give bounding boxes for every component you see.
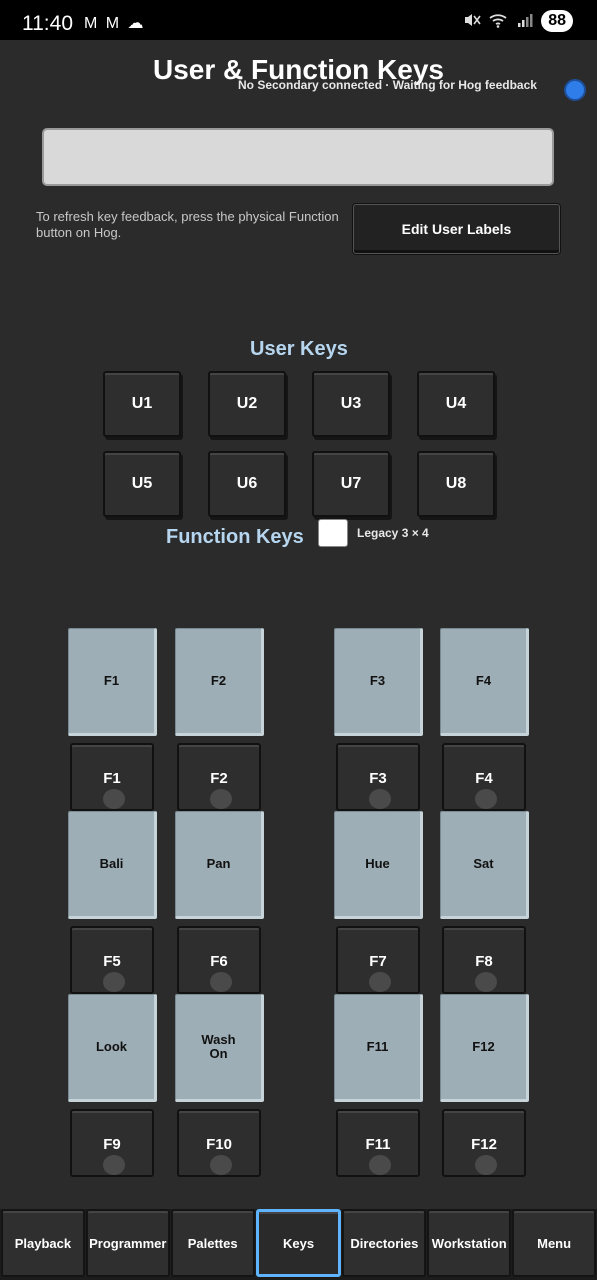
nav-programmer[interactable]: Programmer — [85, 1209, 170, 1277]
legacy-layout-checkbox[interactable] — [318, 519, 348, 547]
function-key-label-f8: Sat — [440, 811, 529, 919]
status-right: 88 — [463, 10, 573, 32]
command-line-display — [42, 128, 554, 186]
battery-indicator: 88 — [541, 10, 573, 32]
function-key-f3[interactable]: F3 — [336, 743, 420, 811]
nav-playback[interactable]: Playback — [1, 1209, 85, 1277]
function-key-f9-text: F9 — [103, 1136, 121, 1153]
led-indicator — [369, 972, 391, 992]
function-key-f12-text: F12 — [471, 1136, 497, 1153]
user-key-u7[interactable]: U7 — [312, 451, 390, 517]
led-indicator — [210, 789, 232, 809]
user-key-u5[interactable]: U5 — [103, 451, 181, 517]
function-key-f9[interactable]: F9 — [70, 1109, 154, 1177]
led-indicator — [369, 1155, 391, 1175]
led-indicator — [475, 789, 497, 809]
status-time: 11:40 — [22, 12, 73, 35]
user-key-u6[interactable]: U6 — [208, 451, 286, 517]
function-key-f2[interactable]: F2 — [177, 743, 261, 811]
function-key-label-f10: Wash On — [175, 994, 264, 1102]
function-key-f8[interactable]: F8 — [442, 926, 526, 994]
led-indicator — [475, 1155, 497, 1175]
led-indicator — [475, 972, 497, 992]
nav-palettes[interactable]: Palettes — [170, 1209, 255, 1277]
function-key-f10[interactable]: F10 — [177, 1109, 261, 1177]
function-key-f11[interactable]: F11 — [336, 1109, 420, 1177]
led-indicator — [103, 789, 125, 809]
refresh-hint: To refresh key feedback, press the physi… — [36, 209, 339, 240]
status-bar: 11:40 M M ☁ 88 — [0, 0, 597, 40]
user-key-u1[interactable]: U1 — [103, 371, 181, 437]
nav-keys[interactable]: Keys — [255, 1209, 342, 1277]
user-key-u2[interactable]: U2 — [208, 371, 286, 437]
bottom-navigation: Playback Programmer Palettes Keys Direct… — [0, 1209, 597, 1280]
notification-icons: M M ☁ — [84, 15, 146, 32]
wifi-6-icon — [489, 12, 509, 31]
connection-status-icon — [564, 79, 586, 101]
function-key-f6[interactable]: F6 — [177, 926, 261, 994]
user-key-u4[interactable]: U4 — [417, 371, 495, 437]
user-key-u3[interactable]: U3 — [312, 371, 390, 437]
edit-user-labels-button[interactable]: Edit User Labels — [353, 204, 560, 254]
function-key-label-f3: F3 — [334, 628, 423, 736]
function-key-f6-text: F6 — [210, 953, 228, 970]
function-keys-heading: Function Keys — [166, 526, 304, 548]
function-key-label-f4: F4 — [440, 628, 529, 736]
function-key-label-f9: Look — [68, 994, 157, 1102]
nav-workstation[interactable]: Workstation — [427, 1209, 512, 1277]
led-indicator — [103, 1155, 125, 1175]
function-key-f2-text: F2 — [210, 770, 228, 787]
function-key-f11-text: F11 — [365, 1136, 391, 1153]
function-key-label-f6: Pan — [175, 811, 264, 919]
function-key-f3-text: F3 — [369, 770, 387, 787]
function-key-f1[interactable]: F1 — [70, 743, 154, 811]
function-key-f4[interactable]: F4 — [442, 743, 526, 811]
function-key-f1-text: F1 — [103, 770, 121, 787]
nav-directories[interactable]: Directories — [342, 1209, 427, 1277]
function-key-label-f7: Hue — [334, 811, 423, 919]
user-key-u8[interactable]: U8 — [417, 451, 495, 517]
function-key-f7-text: F7 — [369, 953, 387, 970]
function-key-f7[interactable]: F7 — [336, 926, 420, 994]
user-keys-heading: User Keys — [250, 338, 348, 360]
signal-icon — [517, 12, 533, 31]
secondary-status: No Secondary connected · Waiting for Hog… — [238, 78, 537, 92]
led-indicator — [103, 972, 125, 992]
function-key-f5-text: F5 — [103, 953, 121, 970]
led-indicator — [210, 1155, 232, 1175]
led-indicator — [210, 972, 232, 992]
nav-menu[interactable]: Menu — [512, 1209, 597, 1277]
led-indicator — [369, 789, 391, 809]
function-key-label-f11: F11 — [334, 994, 423, 1102]
function-key-f4-text: F4 — [475, 770, 493, 787]
function-key-label-f5: Bali — [68, 811, 157, 919]
function-key-f5[interactable]: F5 — [70, 926, 154, 994]
function-key-f10-text: F10 — [206, 1136, 232, 1153]
function-key-label-f2: F2 — [175, 628, 264, 736]
function-key-f12[interactable]: F12 — [442, 1109, 526, 1177]
legacy-layout-label: Legacy 3 × 4 — [357, 526, 429, 540]
function-key-label-f12: F12 — [440, 994, 529, 1102]
function-key-f8-text: F8 — [475, 953, 493, 970]
function-key-label-f1: F1 — [68, 628, 157, 736]
mute-icon — [463, 12, 481, 31]
